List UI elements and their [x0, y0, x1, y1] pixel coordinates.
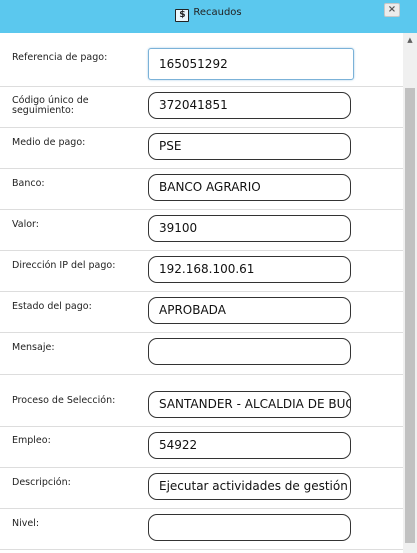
label-referencia: Referencia de pago: [12, 52, 108, 63]
window-title: Recaudos [193, 7, 242, 18]
field-row-banco: Banco: BANCO AGRARIO [0, 168, 403, 210]
field-row-nivel: Nivel: [0, 508, 403, 550]
label-descripcion: Descripción: [12, 477, 71, 488]
input-banco[interactable]: BANCO AGRARIO [148, 174, 351, 201]
field-row-empleo: Empleo: 54922 [0, 426, 403, 468]
field-row-medio: Medio de pago: PSE [0, 127, 403, 169]
input-ip[interactable]: 192.168.100.61 [148, 256, 351, 283]
field-row-referencia: Referencia de pago: 165051292 [0, 33, 403, 87]
field-row-valor: Valor: 39100 [0, 209, 403, 251]
label-banco: Banco: [12, 178, 45, 189]
input-proceso[interactable]: SANTANDER - ALCALDIA DE BUCARAMANGA [148, 391, 351, 418]
label-codigo: Código único de seguimiento: [12, 95, 89, 116]
label-proceso: Proceso de Selección: [12, 395, 116, 406]
window-title-wrap: $ Recaudos [0, 7, 417, 22]
label-empleo: Empleo: [12, 435, 51, 446]
field-row-proceso: Proceso de Selección: SANTANDER - ALCALD… [0, 374, 403, 427]
label-mensaje: Mensaje: [12, 342, 55, 353]
close-button[interactable]: × [384, 3, 400, 17]
label-valor: Valor: [12, 219, 39, 230]
input-nivel[interactable] [148, 514, 351, 541]
form-scroll-area: Referencia de pago: 165051292 Código úni… [0, 33, 417, 553]
input-empleo[interactable]: 54922 [148, 432, 351, 459]
vertical-scrollbar[interactable]: ▲ [403, 33, 417, 553]
field-row-codigo: Código único de seguimiento: 372041851 [0, 86, 403, 128]
label-nivel: Nivel: [12, 518, 40, 529]
input-mensaje[interactable] [148, 338, 351, 365]
scrollbar-thumb[interactable] [405, 88, 415, 543]
input-valor[interactable]: 39100 [148, 215, 351, 242]
label-estado: Estado del pago: [12, 301, 92, 312]
field-row-mensaje: Mensaje: [0, 332, 403, 375]
label-medio: Medio de pago: [12, 137, 86, 148]
input-descripcion[interactable]: Ejecutar actividades de gestión [148, 473, 351, 500]
input-codigo[interactable]: 372041851 [148, 92, 351, 119]
label-ip: Dirección IP del pago: [12, 260, 116, 271]
dollar-icon: $ [175, 9, 190, 22]
field-row-estado: Estado del pago: APROBADA [0, 291, 403, 333]
input-estado[interactable]: APROBADA [148, 297, 351, 324]
field-row-ip: Dirección IP del pago: 192.168.100.61 [0, 250, 403, 292]
input-medio[interactable]: PSE [148, 133, 351, 160]
input-referencia[interactable]: 165051292 [148, 48, 354, 80]
field-row-descripcion: Descripción: Ejecutar actividades de ges… [0, 467, 403, 509]
window-titlebar: $ Recaudos × [0, 0, 417, 33]
scroll-up-arrow-icon[interactable]: ▲ [403, 33, 417, 47]
